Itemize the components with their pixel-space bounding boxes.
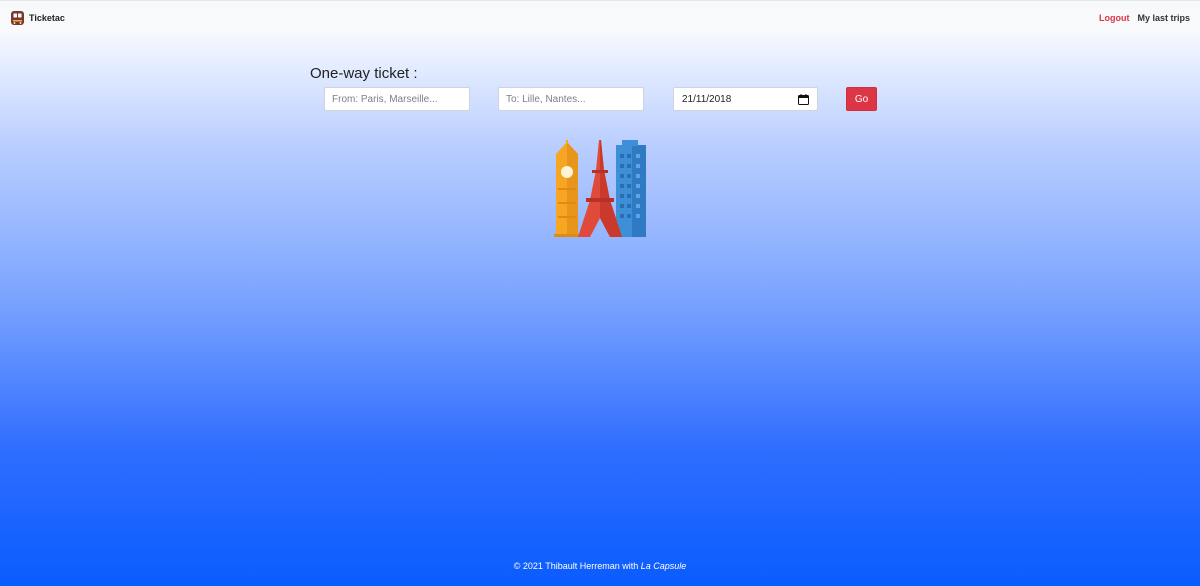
calendar-icon[interactable] [798,93,809,105]
date-value: 21/11/2018 [682,93,732,105]
footer-company: La Capsule [640,561,687,571]
from-input[interactable] [324,87,470,111]
top-navbar: Ticketac Logout My last trips [0,0,1200,35]
footer: © 2021 Thibault Herreman with La Capsule [0,561,1200,571]
brand-name: Ticketac [29,13,65,23]
footer-copyright: © 2021 Thibault Herreman with [513,561,641,571]
brand-link[interactable]: Ticketac [11,11,65,25]
page-title: One-way ticket : [310,65,418,82]
go-button[interactable]: Go [846,87,877,111]
last-trips-link[interactable]: My last trips [1137,13,1190,23]
train-icon [11,11,24,25]
to-input[interactable] [498,87,644,111]
logout-link[interactable]: Logout [1099,13,1130,23]
date-input[interactable]: 21/11/2018 [673,87,818,111]
landmarks-illustration [552,140,648,237]
nav-links: Logout My last trips [1099,13,1190,23]
